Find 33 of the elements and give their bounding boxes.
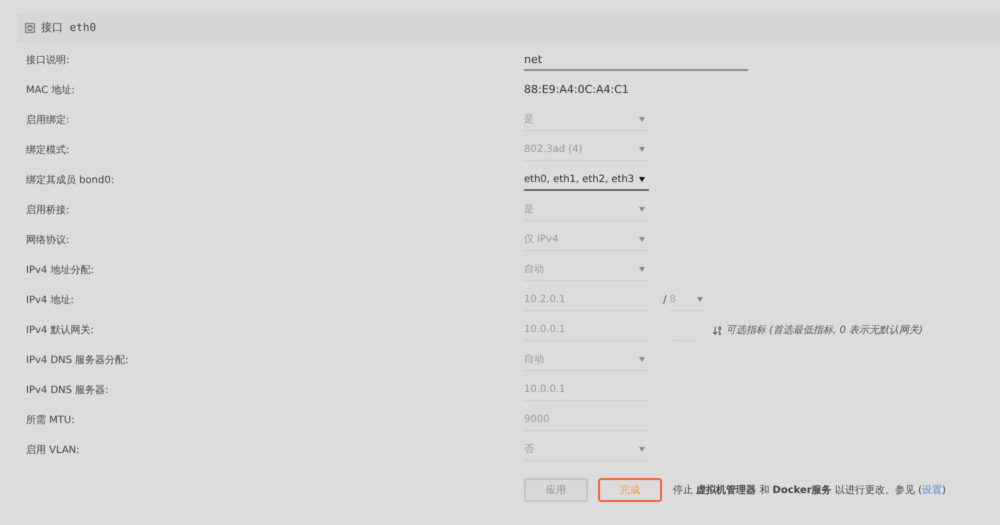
field-label: 绑定其成员 bond0:: [26, 174, 116, 188]
caret-icon: [639, 117, 645, 122]
caret-icon: [639, 237, 645, 242]
done-button[interactable]: 完成: [598, 478, 662, 502]
service-notice: 停止 虚拟机管理器 和 Docker服务 以进行更改。参见 (设置): [673, 484, 946, 498]
sort-numeric-icon: [712, 324, 723, 336]
field-label: IPv4 地址:: [26, 294, 75, 308]
field-label: 绑定模式:: [26, 144, 70, 158]
metric-hint: 可选指标 (首选最低指标, 0 表示无默认网关): [726, 324, 923, 338]
caret-icon: [639, 176, 645, 182]
field-label: IPv4 DNS 服务器分配:: [26, 354, 130, 368]
caret-icon: [639, 357, 645, 362]
caret-icon: [639, 147, 645, 152]
caret-icon: [639, 447, 645, 452]
caret-icon: [639, 267, 645, 272]
description-field[interactable]: net: [524, 49, 748, 71]
field-label: IPv4 DNS 服务器:: [26, 384, 110, 398]
field-label: IPv4 默认网关:: [26, 324, 95, 338]
mac-address: 88:E9:A4:0C:A4:C1: [524, 82, 629, 98]
header-title: 接口 eth0: [41, 20, 96, 36]
field-label: IPv4 地址分配:: [26, 264, 95, 278]
field-label: 接口说明:: [26, 54, 70, 68]
caret-icon: [696, 297, 703, 302]
field-label: 网络协议:: [26, 234, 70, 248]
prefix-separator: /: [663, 292, 667, 308]
select-field[interactable]: eth0, eth1, eth2, eth3: [524, 169, 649, 191]
field-label: 启用 VLAN:: [26, 444, 81, 458]
caret-icon: [639, 207, 645, 212]
field-label: 启用绑定:: [26, 114, 70, 128]
field-label: 所需 MTU:: [26, 414, 76, 428]
settings-link[interactable]: 设置: [922, 484, 942, 496]
field-label: MAC 地址:: [26, 84, 76, 98]
field-label: 启用桥接:: [26, 204, 70, 218]
